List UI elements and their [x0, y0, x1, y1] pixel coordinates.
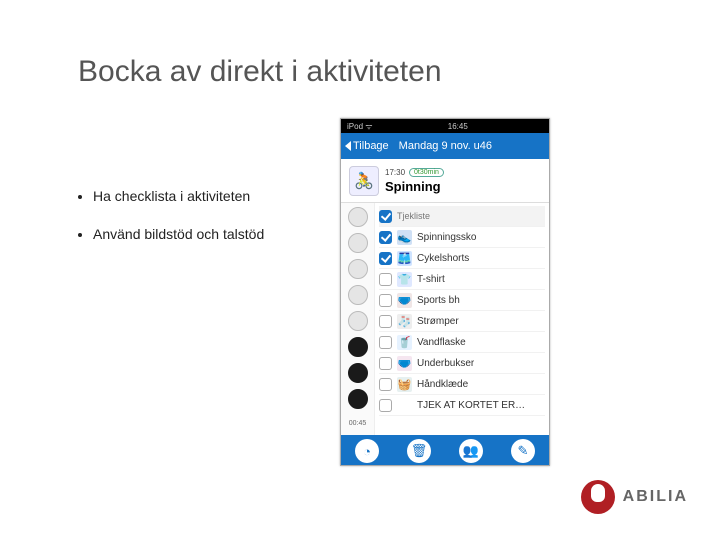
checklist-header-label: Tjekliste [397, 211, 430, 221]
item-image-icon: 🧺 [397, 377, 412, 392]
back-label: Tilbage [353, 140, 389, 152]
checklist-item[interactable]: 🩳 Cykelshorts [379, 248, 545, 269]
checkbox[interactable] [379, 336, 392, 349]
checklist-item[interactable]: 👟 Spinningssko [379, 227, 545, 248]
bullet-item: Ha checklista i aktiviteten [93, 188, 264, 204]
item-label: Underbukser [417, 358, 474, 369]
item-label: Strømper [417, 316, 459, 327]
checkbox[interactable] [379, 252, 392, 265]
time-dot [348, 207, 368, 227]
edit-button[interactable]: ✎ [511, 439, 535, 463]
bullet-item: Använd bildstöd och talstöd [93, 226, 264, 242]
checklist-item[interactable]: 👕 T-shirt [379, 269, 545, 290]
checklist-column: Tjekliste 👟 Spinningssko 🩳 Cykelshorts 👕 T-sh… [375, 203, 549, 435]
item-label: Sports bh [417, 295, 460, 306]
time-dot [348, 233, 368, 253]
time-dot [348, 311, 368, 331]
chevron-left-icon [345, 141, 351, 151]
nav-bar: Tilbage Mandag 9 nov. u46 [341, 133, 549, 159]
phone-screenshot: iPod ᯤ 16:45 Tilbage Mandag 9 nov. u46 🚴… [340, 118, 550, 466]
item-label: Spinningssko [417, 232, 476, 243]
item-image-icon: 👕 [397, 272, 412, 287]
slide-title: Bocka av direkt i aktiviteten [78, 55, 442, 89]
item-label: TJEK AT KORTET ER… [417, 400, 525, 411]
share-button[interactable]: 👥 [459, 439, 483, 463]
time-dot [348, 337, 368, 357]
item-label: Cykelshorts [417, 253, 469, 264]
activity-header: 🚴 17:30 0t30min Spinning [341, 159, 549, 203]
checkbox[interactable] [379, 315, 392, 328]
time-dots-column: 00:45 [341, 203, 375, 435]
checkbox[interactable] [379, 399, 392, 412]
item-image-icon: 👟 [397, 230, 412, 245]
item-image-icon: 🩲 [397, 293, 412, 308]
back-button[interactable]: Tilbage [341, 140, 393, 152]
brand-mark-icon [581, 480, 615, 514]
item-image-icon [397, 398, 412, 413]
nav-title: Mandag 9 nov. u46 [399, 140, 492, 152]
dots-footer: 00:45 [349, 420, 367, 431]
item-label: Vandflaske [417, 337, 466, 348]
checkbox[interactable] [379, 273, 392, 286]
activity-title: Spinning [385, 179, 541, 194]
trash-button[interactable]: 🗑 [407, 439, 431, 463]
item-image-icon: 🩲 [397, 356, 412, 371]
status-bar: iPod ᯤ 16:45 [341, 119, 549, 133]
status-time: 16:45 [448, 122, 468, 131]
checkbox-icon [379, 210, 392, 223]
checkbox[interactable] [379, 294, 392, 307]
activity-time: 17:30 [385, 168, 405, 177]
bottom-toolbar: ◔ 🗑 👥 ✎ [341, 435, 549, 466]
item-image-icon: 🧦 [397, 314, 412, 329]
time-dot [348, 363, 368, 383]
time-dot [348, 285, 368, 305]
bullet-list: Ha checklista i aktiviteten Använd bilds… [75, 188, 264, 264]
checklist-item[interactable]: TJEK AT KORTET ER… [379, 395, 545, 416]
status-left: iPod ᯤ [347, 121, 373, 132]
activity-image-icon: 🚴 [349, 166, 379, 196]
checklist-item[interactable]: 🥤 Vandflaske [379, 332, 545, 353]
time-dot [348, 259, 368, 279]
brand-text: ABILIA [623, 488, 688, 506]
checkbox[interactable] [379, 231, 392, 244]
item-label: Håndklæde [417, 379, 468, 390]
checkbox[interactable] [379, 378, 392, 391]
checklist-item[interactable]: 🧺 Håndklæde [379, 374, 545, 395]
item-label: T-shirt [417, 274, 445, 285]
checklist-item[interactable]: 🧦 Strømper [379, 311, 545, 332]
checkbox[interactable] [379, 357, 392, 370]
item-image-icon: 🩳 [397, 251, 412, 266]
time-dot [348, 389, 368, 409]
alert-button[interactable]: ◔ [355, 439, 379, 463]
duration-pill: 0t30min [409, 168, 444, 177]
checklist-item[interactable]: 🩲 Sports bh [379, 290, 545, 311]
checklist-header-row: Tjekliste [379, 206, 545, 227]
brand-logo: ABILIA [581, 480, 688, 514]
item-image-icon: 🥤 [397, 335, 412, 350]
checklist-item[interactable]: 🩲 Underbukser [379, 353, 545, 374]
